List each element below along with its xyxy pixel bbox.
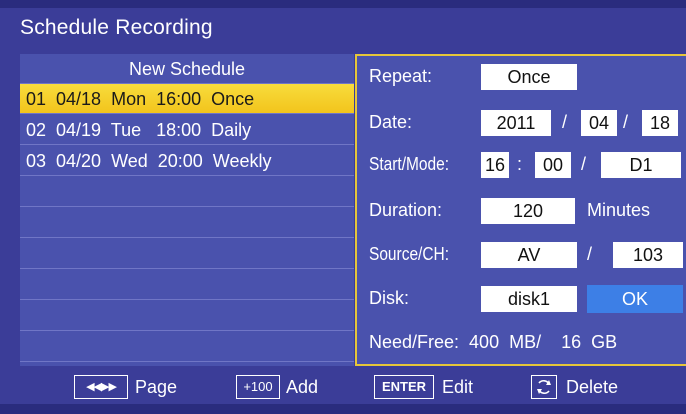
delete-hint-label: Delete [566, 377, 619, 397]
schedule-row-5[interactable] [20, 208, 354, 238]
schedule-row-8[interactable] [20, 301, 354, 331]
schedule-row-3[interactable]: 03 04/20 Wed 20:00 Weekly [20, 146, 354, 176]
start-mode-label: Start/Mode: [369, 154, 450, 174]
date-separator: / [562, 112, 568, 132]
need-free-info: Need/Free: 400 MB/ 16 GB [369, 332, 618, 352]
repeat-field[interactable]: Once [481, 64, 577, 90]
add-key-icon: +100 [236, 375, 280, 399]
add-hint-label: Add [286, 377, 319, 397]
duration-unit: Minutes [587, 200, 651, 220]
date-separator: / [623, 112, 629, 132]
bottom-stripe [0, 404, 686, 414]
source-channel-label: Source/CH: [369, 244, 450, 264]
edit-hint-label: Edit [442, 377, 474, 397]
help-bar: ◀◀▶▶ Page +100 Add ENTER Edit Delete [0, 372, 686, 402]
date-day-field[interactable]: 18 [642, 110, 678, 136]
mode-separator: / [581, 154, 587, 174]
page-key-icon: ◀◀▶▶ [74, 375, 128, 399]
date-year-field[interactable]: 2011 [481, 110, 551, 136]
date-label: Date: [369, 112, 413, 132]
page-title: Schedule Recording [20, 16, 213, 39]
mode-field[interactable]: D1 [601, 152, 681, 178]
refresh-key-icon [531, 375, 557, 399]
schedule-detail-panel: Repeat: Once Date: 2011 / 04 / 18 Start/… [355, 54, 686, 366]
schedule-row-9[interactable] [20, 332, 354, 362]
new-schedule-item[interactable]: New Schedule [20, 54, 354, 84]
schedule-row-2[interactable]: 02 04/19 Tue 18:00 Daily [20, 115, 354, 145]
start-hour-field[interactable]: 16 [481, 152, 509, 178]
start-minute-field[interactable]: 00 [535, 152, 571, 178]
duration-field[interactable]: 120 [481, 198, 575, 224]
disk-label: Disk: [369, 288, 409, 308]
ok-button[interactable]: OK [587, 285, 683, 313]
schedule-list: New Schedule 01 04/18 Mon 16:00 Once 02 … [20, 54, 354, 366]
schedule-row-1[interactable]: 01 04/18 Mon 16:00 Once [20, 84, 354, 114]
schedule-row-6[interactable] [20, 239, 354, 269]
schedule-row-4[interactable] [20, 177, 354, 207]
source-separator: / [587, 244, 593, 264]
time-colon: : [517, 154, 523, 174]
channel-field[interactable]: 103 [613, 242, 683, 268]
schedule-row-7[interactable] [20, 270, 354, 300]
source-field[interactable]: AV [481, 242, 577, 268]
duration-label: Duration: [369, 200, 443, 220]
disk-field[interactable]: disk1 [481, 286, 577, 312]
top-stripe [0, 0, 686, 8]
repeat-label: Repeat: [369, 66, 433, 86]
date-month-field[interactable]: 04 [581, 110, 617, 136]
page-hint-label: Page [135, 377, 178, 397]
enter-key-icon: ENTER [374, 375, 434, 399]
